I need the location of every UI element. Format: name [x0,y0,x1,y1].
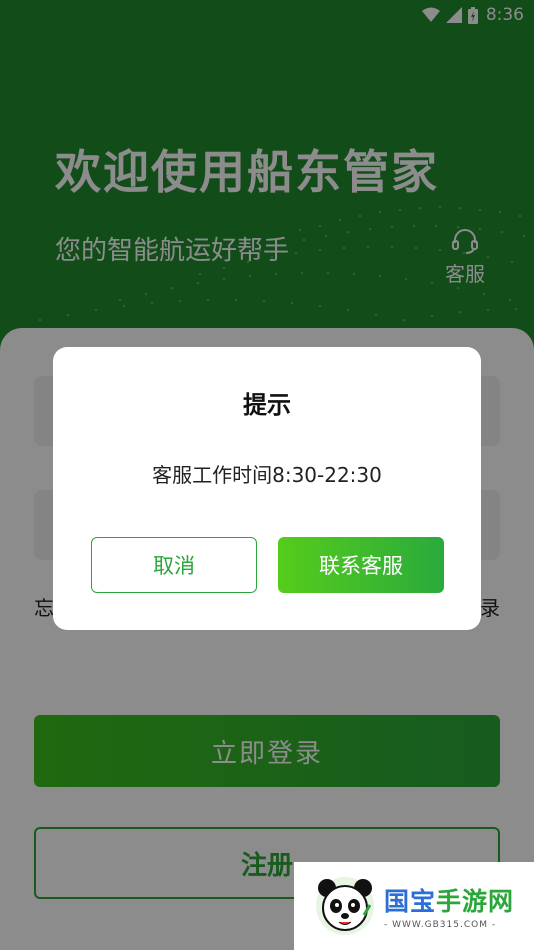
contact-service-button[interactable]: 联系客服 [278,537,444,593]
dialog-title: 提示 [243,391,291,419]
watermark-name-part2: 手游网 [436,887,515,916]
cancel-button[interactable]: 取消 [91,537,257,593]
alert-dialog: 提示 客服工作时间8:30-22:30 取消 联系客服 [53,347,481,630]
panda-logo-icon [316,877,374,935]
watermark-name: 国宝手游网 [384,882,514,918]
watermark-url: - WWW.GB315.COM - [384,920,497,930]
dialog-message: 客服工作时间8:30-22:30 [152,463,382,487]
watermark: 国宝手游网 - WWW.GB315.COM - [294,862,534,950]
watermark-name-part1: 国宝 [384,887,437,916]
